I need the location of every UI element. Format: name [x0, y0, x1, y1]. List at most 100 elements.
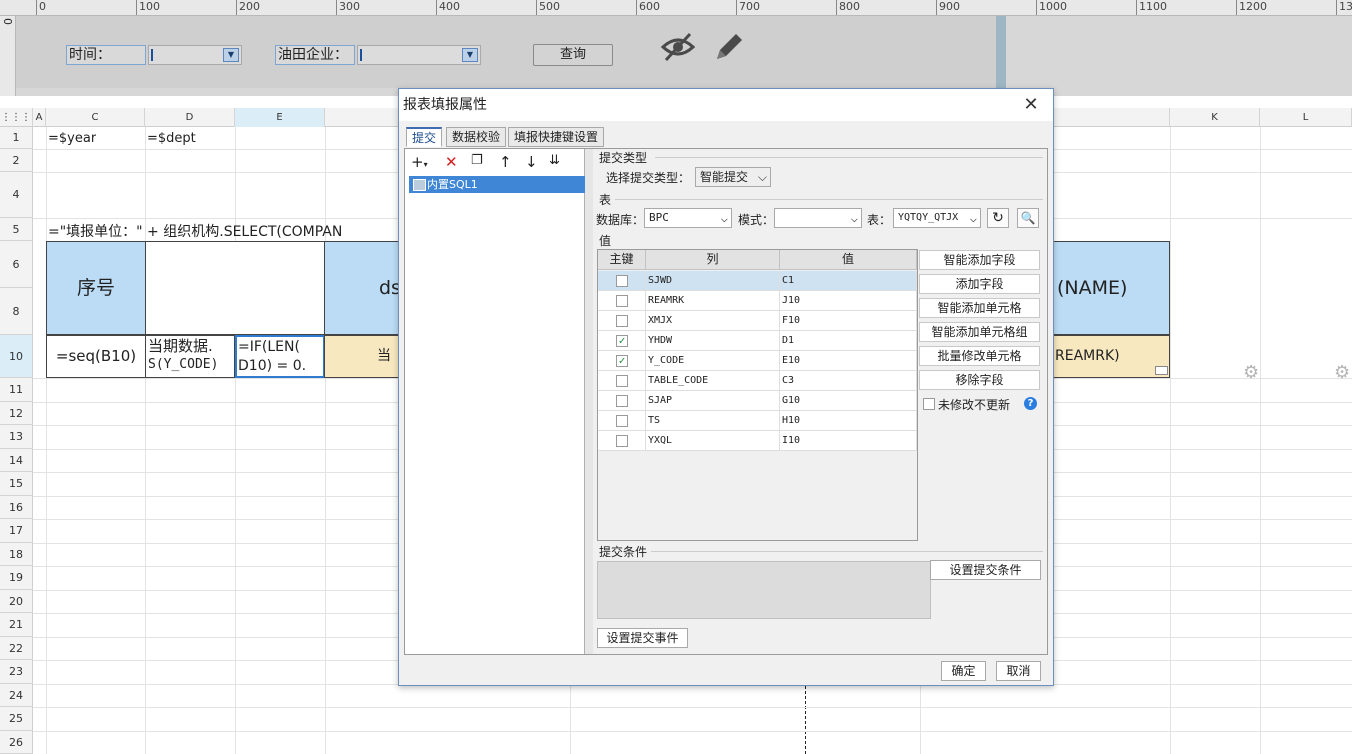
tab-data-check[interactable]: 数据校验: [446, 127, 507, 147]
gear-icon[interactable]: ⚙: [1243, 362, 1259, 383]
pencil-icon[interactable]: [712, 30, 746, 64]
mode-select[interactable]: ⌵: [774, 208, 862, 228]
pk-checkbox[interactable]: [616, 415, 628, 427]
corner-cell[interactable]: ⋮⋮⋮: [0, 108, 33, 127]
pk-checkbox[interactable]: [616, 275, 628, 287]
column-header-pk[interactable]: 主键: [598, 250, 646, 270]
column-header[interactable]: D: [145, 108, 235, 127]
table-row[interactable]: ✓ YHDW D1: [598, 331, 917, 351]
help-icon[interactable]: ?: [1024, 397, 1037, 410]
pk-checkbox[interactable]: [616, 435, 628, 447]
row-header[interactable]: 5: [0, 218, 33, 241]
submit-type-select[interactable]: 智能提交 ⌵: [695, 167, 771, 187]
table-select[interactable]: YQTQY_QTJX ⌵: [893, 208, 981, 228]
copy-icon[interactable]: ❐: [471, 153, 483, 168]
row-header[interactable]: 23: [0, 660, 33, 684]
cell-remark[interactable]: REAMRK): [1052, 335, 1170, 378]
cancel-button[interactable]: 取消: [996, 661, 1041, 681]
row-header[interactable]: 8: [0, 288, 33, 335]
close-icon[interactable]: ✕: [1019, 93, 1043, 117]
cell-d1[interactable]: =$dept: [147, 131, 196, 146]
row-header[interactable]: 21: [0, 613, 33, 637]
column-header[interactable]: A: [33, 108, 46, 127]
tree-item-builtin-sql1[interactable]: 内置SQL1: [409, 176, 585, 193]
row-header[interactable]: 25: [0, 707, 33, 731]
row-header[interactable]: 13: [0, 425, 33, 449]
row-header[interactable]: 20: [0, 590, 33, 613]
row-header[interactable]: 22: [0, 637, 33, 660]
cell-c5[interactable]: ="填报单位：" + 组织机构.SELECT(COMPAN: [48, 221, 398, 241]
pk-checkbox[interactable]: [616, 375, 628, 387]
table-row[interactable]: ✓ Y_CODE E10: [598, 351, 917, 371]
cell-d10[interactable]: 当期数据. S(Y_CODE): [145, 335, 235, 378]
header-cell-name[interactable]: (NAME): [1052, 241, 1170, 335]
column-header[interactable]: C: [46, 108, 145, 127]
remove-field-button[interactable]: 移除字段: [919, 370, 1040, 390]
cell-f10[interactable]: 当期: [324, 335, 399, 378]
column-header-val[interactable]: 值: [780, 250, 917, 270]
arrow-down-icon[interactable]: ↓: [525, 153, 538, 171]
header-cell-blank[interactable]: [145, 241, 325, 335]
set-submit-condition-button[interactable]: 设置提交条件: [930, 560, 1041, 580]
cell-seq[interactable]: =seq(B10): [46, 335, 146, 378]
table-row[interactable]: SJAP G10: [598, 391, 917, 411]
add-icon[interactable]: +▾: [411, 153, 428, 171]
pk-checkbox-checked[interactable]: ✓: [616, 355, 628, 367]
cell-e10-selected[interactable]: =IF(LEN( D10) = 0.: [235, 335, 325, 378]
chevron-down-icon[interactable]: ▼: [462, 48, 478, 62]
row-header[interactable]: 16: [0, 496, 33, 519]
column-header[interactable]: E: [235, 108, 325, 127]
database-select[interactable]: BPC ⌵: [644, 208, 732, 228]
row-header[interactable]: 10: [0, 335, 33, 378]
row-header[interactable]: 4: [0, 172, 33, 218]
row-header[interactable]: 11: [0, 378, 33, 402]
row-header[interactable]: 2: [0, 149, 33, 172]
ok-button[interactable]: 确定: [941, 661, 986, 681]
row-header[interactable]: 26: [0, 731, 33, 754]
table-row[interactable]: YXQL I10: [598, 431, 917, 451]
table-row[interactable]: XMJX F10: [598, 311, 917, 331]
query-button[interactable]: 查询: [533, 44, 613, 66]
search-table-icon[interactable]: 🔍: [1017, 208, 1039, 228]
pk-checkbox-checked[interactable]: ✓: [616, 335, 628, 347]
smart-add-field-button[interactable]: 智能添加字段: [919, 250, 1040, 270]
chevron-down-icon[interactable]: ▼: [223, 48, 239, 62]
no-update-checkbox[interactable]: [923, 398, 935, 410]
row-header[interactable]: 15: [0, 472, 33, 496]
row-header[interactable]: 19: [0, 566, 33, 590]
delete-icon[interactable]: ✕: [445, 153, 458, 171]
tab-shortcut-settings[interactable]: 填报快捷键设置: [508, 127, 605, 147]
enterprise-combo[interactable]: ▼: [357, 45, 481, 65]
header-cell-seq[interactable]: 序号: [46, 241, 146, 335]
gear-icon[interactable]: ⚙: [1334, 362, 1350, 383]
time-combo[interactable]: ▼: [148, 45, 242, 65]
move-bottom-icon[interactable]: ⇊: [549, 153, 560, 168]
refresh-icon[interactable]: ↻: [987, 208, 1009, 228]
column-header[interactable]: L: [1260, 108, 1352, 127]
eye-slash-icon[interactable]: [660, 30, 696, 66]
table-row[interactable]: TABLE_CODE C3: [598, 371, 917, 391]
row-header[interactable]: 12: [0, 402, 33, 425]
row-header[interactable]: 6: [0, 241, 33, 288]
header-cell-ds[interactable]: ds: [324, 241, 401, 335]
cell-c1[interactable]: =$year: [48, 131, 96, 146]
smart-add-cell-button[interactable]: 智能添加单元格: [919, 298, 1040, 318]
pk-checkbox[interactable]: [616, 315, 628, 327]
row-header[interactable]: 14: [0, 449, 33, 472]
table-row[interactable]: TS H10: [598, 411, 917, 431]
row-header[interactable]: 24: [0, 684, 33, 707]
column-header-col[interactable]: 列: [646, 250, 780, 270]
batch-modify-cell-button[interactable]: 批量修改单元格: [919, 346, 1040, 366]
tab-submit[interactable]: 提交: [406, 127, 443, 147]
pk-checkbox[interactable]: [616, 395, 628, 407]
set-submit-event-button[interactable]: 设置提交事件: [597, 628, 688, 648]
pk-checkbox[interactable]: [616, 295, 628, 307]
smart-add-cell-group-button[interactable]: 智能添加单元格组: [919, 322, 1040, 342]
arrow-up-icon[interactable]: ↑: [499, 153, 512, 171]
add-field-button[interactable]: 添加字段: [919, 274, 1040, 294]
pane-splitter[interactable]: [585, 149, 593, 654]
table-row[interactable]: SJWD C1: [598, 271, 917, 291]
row-header[interactable]: 1: [0, 127, 33, 149]
row-header[interactable]: 18: [0, 543, 33, 566]
table-row[interactable]: REAMRK J10: [598, 291, 917, 311]
